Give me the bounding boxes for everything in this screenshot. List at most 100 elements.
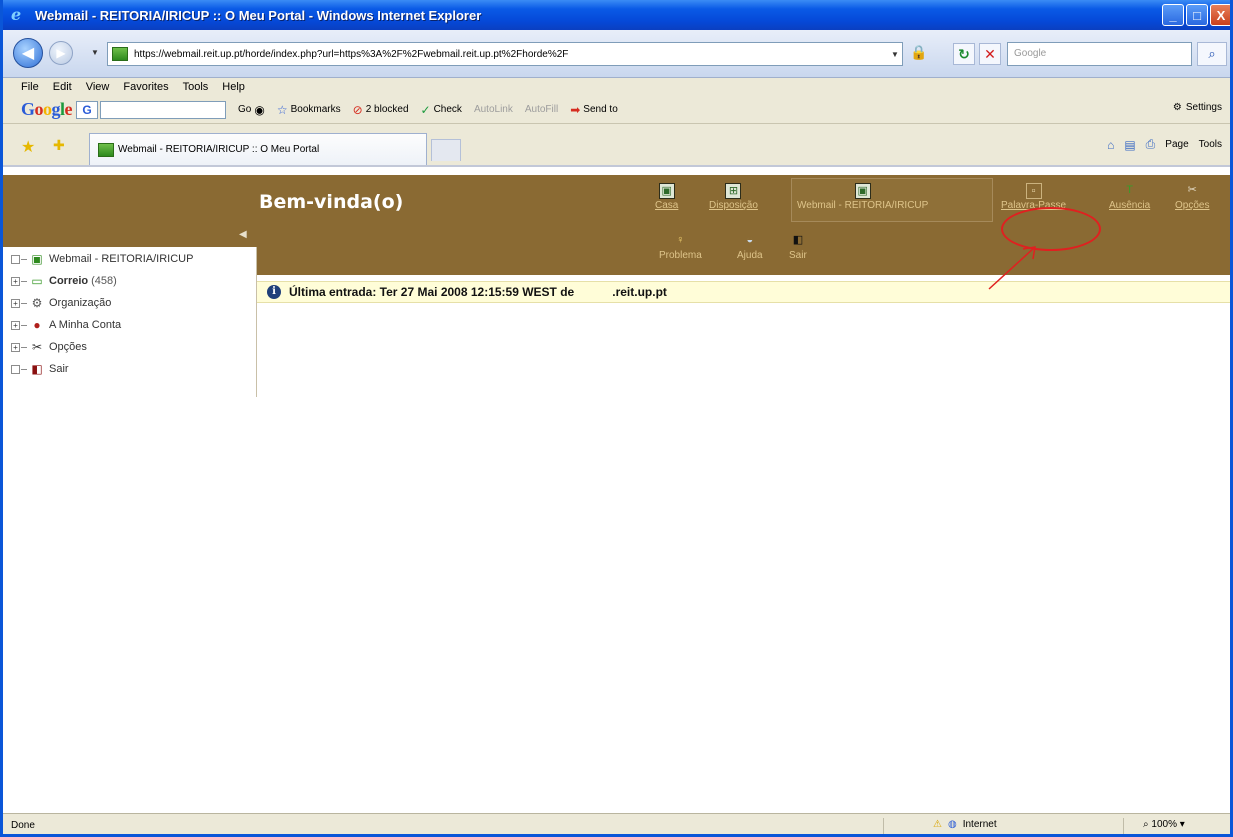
blocked-label: 2 blocked: [365, 104, 409, 115]
exit-icon: ◧: [31, 362, 43, 376]
tab-label: Webmail - REITORIA/IRICUP :: O Meu Porta…: [118, 144, 320, 155]
nav-opcoes-label: Opções: [1175, 200, 1210, 211]
nav-disposicao-label: Disposição: [709, 200, 758, 211]
menu-tools[interactable]: Tools: [183, 81, 209, 93]
status-bar: Done ⚠ ◍ Internet ⌕ 100% ▾: [3, 813, 1230, 834]
vacation-icon: T: [1121, 183, 1138, 199]
address-toolbar: ◀ ▶ ▼ https://webmail.reit.up.pt/horde/i…: [3, 30, 1230, 78]
print-icon[interactable]: ⎙: [1146, 137, 1156, 152]
tree-item-webmail[interactable]: ▣ Webmail - REITORIA/IRICUP: [11, 251, 193, 267]
sidebar-collapse-icon[interactable]: ◀: [239, 229, 251, 241]
status-divider: [883, 818, 884, 834]
menu-favorites[interactable]: Favorites: [123, 81, 168, 93]
autolink-button[interactable]: AutoLink: [474, 104, 513, 115]
expand-icon[interactable]: +: [11, 342, 20, 352]
address-bar[interactable]: https://webmail.reit.up.pt/horde/index.p…: [107, 42, 903, 66]
settings-label: Settings: [1185, 102, 1222, 113]
sidebar-tree: ▣ Webmail - REITORIA/IRICUP + ▭ Correio …: [3, 247, 257, 397]
status-divider: [1123, 818, 1124, 834]
minimize-button[interactable]: _: [1162, 4, 1184, 26]
google-go-button[interactable]: Go ◉: [238, 103, 265, 117]
nav-sair[interactable]: ◧ Sair: [789, 233, 807, 261]
tree-item-organizacao[interactable]: + ⚙ Organização: [11, 295, 111, 311]
menu-edit[interactable]: Edit: [53, 81, 72, 93]
mail-folder-icon: ▭: [31, 274, 43, 288]
new-tab-button[interactable]: [431, 139, 461, 161]
nav-ausencia[interactable]: T Ausência: [1109, 183, 1150, 211]
nav-problema[interactable]: ♀ Problema: [659, 233, 702, 261]
forward-button[interactable]: ▶: [49, 41, 73, 65]
nav-webmail[interactable]: ▣ Webmail - REITORIA/IRICUP: [797, 183, 928, 211]
search-button[interactable]: ⌕: [1197, 42, 1227, 66]
nav-sair-label: Sair: [789, 250, 807, 261]
url-dropdown-icon[interactable]: ▼: [888, 44, 902, 64]
tree-label-correio: Correio: [49, 275, 89, 287]
ie-logo-icon: e: [11, 5, 22, 24]
send-to-button[interactable]: ➡ Send to: [570, 103, 618, 117]
tools-menu[interactable]: Tools: [1199, 139, 1222, 150]
nav-ajuda[interactable]: ◒ Ajuda: [737, 233, 763, 261]
window-title: Webmail - REITORIA/IRICUP :: O Meu Porta…: [35, 7, 482, 23]
window-controls: _ □ X: [1162, 4, 1230, 26]
layout-icon: ⊞: [725, 183, 742, 199]
google-logo: Google: [21, 99, 73, 119]
tree-correio-count: (458): [91, 275, 117, 287]
globe-icon: ◍: [947, 819, 957, 830]
maximize-button[interactable]: □: [1186, 4, 1208, 26]
favorites-center-icon[interactable]: ★: [21, 137, 35, 157]
lock-icon[interactable]: 🔒: [910, 44, 927, 64]
zoom-control[interactable]: ⌕ 100% ▾: [1143, 819, 1185, 830]
feeds-icon[interactable]: ▤: [1124, 138, 1135, 152]
tree-item-sair[interactable]: ◧ Sair: [11, 361, 69, 377]
exit-icon: ◧: [789, 233, 806, 249]
back-button[interactable]: ◀: [13, 38, 43, 68]
tree-item-opcoes[interactable]: + ✂ Opções: [11, 339, 87, 355]
expand-icon[interactable]: +: [11, 276, 20, 286]
close-button[interactable]: X: [1210, 4, 1230, 26]
page-menu[interactable]: Page: [1165, 139, 1188, 150]
title-bar: e Webmail - REITORIA/IRICUP :: O Meu Por…: [3, 0, 1230, 30]
menu-view[interactable]: View: [86, 81, 110, 93]
send-icon: ➡: [570, 102, 581, 117]
autofill-label: AutoFill: [524, 104, 559, 115]
tree-item-correio[interactable]: + ▭ Correio (458): [11, 273, 117, 289]
autofill-button[interactable]: AutoFill: [525, 104, 558, 115]
tree-line: [21, 280, 27, 282]
help-icon: ◒: [741, 233, 758, 249]
tree-item-minha-conta[interactable]: + ● A Minha Conta: [11, 317, 121, 333]
nav-casa[interactable]: ▣ Casa: [655, 183, 678, 211]
menu-file[interactable]: File: [21, 81, 39, 93]
bookmarks-button[interactable]: ☆ Bookmarks: [277, 103, 341, 117]
status-text: Done: [11, 820, 35, 831]
info-icon: i: [267, 285, 281, 299]
tree-label-webmail: Webmail - REITORIA/IRICUP: [49, 253, 194, 265]
history-dropdown-icon[interactable]: ▼: [91, 48, 99, 57]
tree-line: [21, 302, 27, 304]
tab-webmail[interactable]: Webmail - REITORIA/IRICUP :: O Meu Porta…: [89, 133, 427, 165]
refresh-button[interactable]: ↻: [953, 43, 975, 65]
home-icon[interactable]: ⌂: [1107, 138, 1114, 152]
popup-blocker-button[interactable]: ⊘ 2 blocked: [353, 103, 409, 117]
search-input[interactable]: Google: [1007, 42, 1192, 66]
menu-bar: File Edit View Favorites Tools Help: [3, 78, 1230, 96]
send-to-label: Send to: [583, 104, 618, 115]
stop-button[interactable]: ✕: [979, 43, 1001, 65]
add-favorite-icon[interactable]: ✚: [53, 137, 65, 154]
tree-label-sair: Sair: [49, 363, 69, 375]
url-text[interactable]: https://webmail.reit.up.pt/horde/index.p…: [134, 49, 888, 60]
nav-disposicao[interactable]: ⊞ Disposição: [709, 183, 758, 211]
expand-icon[interactable]: +: [11, 320, 20, 330]
nav-opcoes[interactable]: ✂ Opções: [1175, 183, 1209, 211]
check-label: Check: [433, 104, 462, 115]
google-search-menu-icon[interactable]: G: [76, 100, 99, 119]
webmail-icon: ▣: [854, 183, 871, 199]
home-icon: ▣: [658, 183, 675, 199]
menu-help[interactable]: Help: [222, 81, 245, 93]
google-search-input[interactable]: [100, 100, 227, 119]
google-toolbar: Google G Go ◉ ☆ Bookmarks ⊘ 2 blocked ✓ Chec…: [3, 96, 1230, 124]
spellcheck-button[interactable]: ✓ Check: [421, 103, 462, 117]
security-zone[interactable]: ⚠ ◍ Internet: [933, 819, 997, 830]
google-settings-button[interactable]: ⚙ Settings: [1173, 102, 1222, 113]
expand-icon[interactable]: +: [11, 298, 20, 308]
pagerank-icon: ◉: [254, 102, 265, 117]
